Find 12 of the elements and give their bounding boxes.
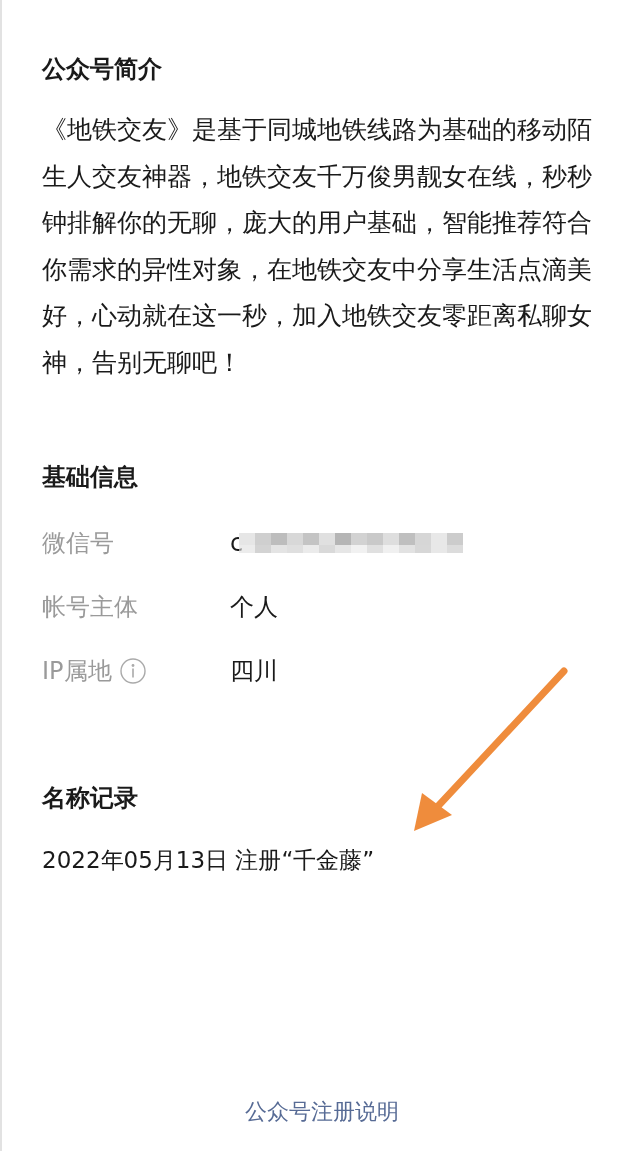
section-title: 名称记录 bbox=[42, 783, 139, 814]
intro-paragraph: 《地铁交友》是基于同城地铁线路为基础的移动陌生人交友神器，地铁交友千万俊男靓女在线，秒秒钟排解你的无聊，庞大的用户基础，智能推荐符合你需求的异性对象，在地铁交友中分享生活点滴美好，心动就在这一秒，加入地铁交友零距离私聊女神，告别无聊吧！ bbox=[42, 114, 593, 379]
info-value: 四川 bbox=[230, 656, 278, 687]
info-label: 微信号 bbox=[42, 528, 114, 559]
section-title: 公众号简介 bbox=[42, 54, 163, 85]
info-value: 个人 bbox=[230, 592, 278, 623]
name-record: 2022年05月13日 注册“千金藤” bbox=[42, 846, 376, 875]
info-label: IP属地 bbox=[42, 656, 112, 687]
section-title: 基础信息 bbox=[42, 462, 139, 493]
registration-info-link[interactable]: 公众号注册说明 bbox=[245, 1097, 399, 1127]
info-label: 帐号主体 bbox=[42, 592, 138, 623]
info-icon[interactable] bbox=[119, 658, 146, 684]
